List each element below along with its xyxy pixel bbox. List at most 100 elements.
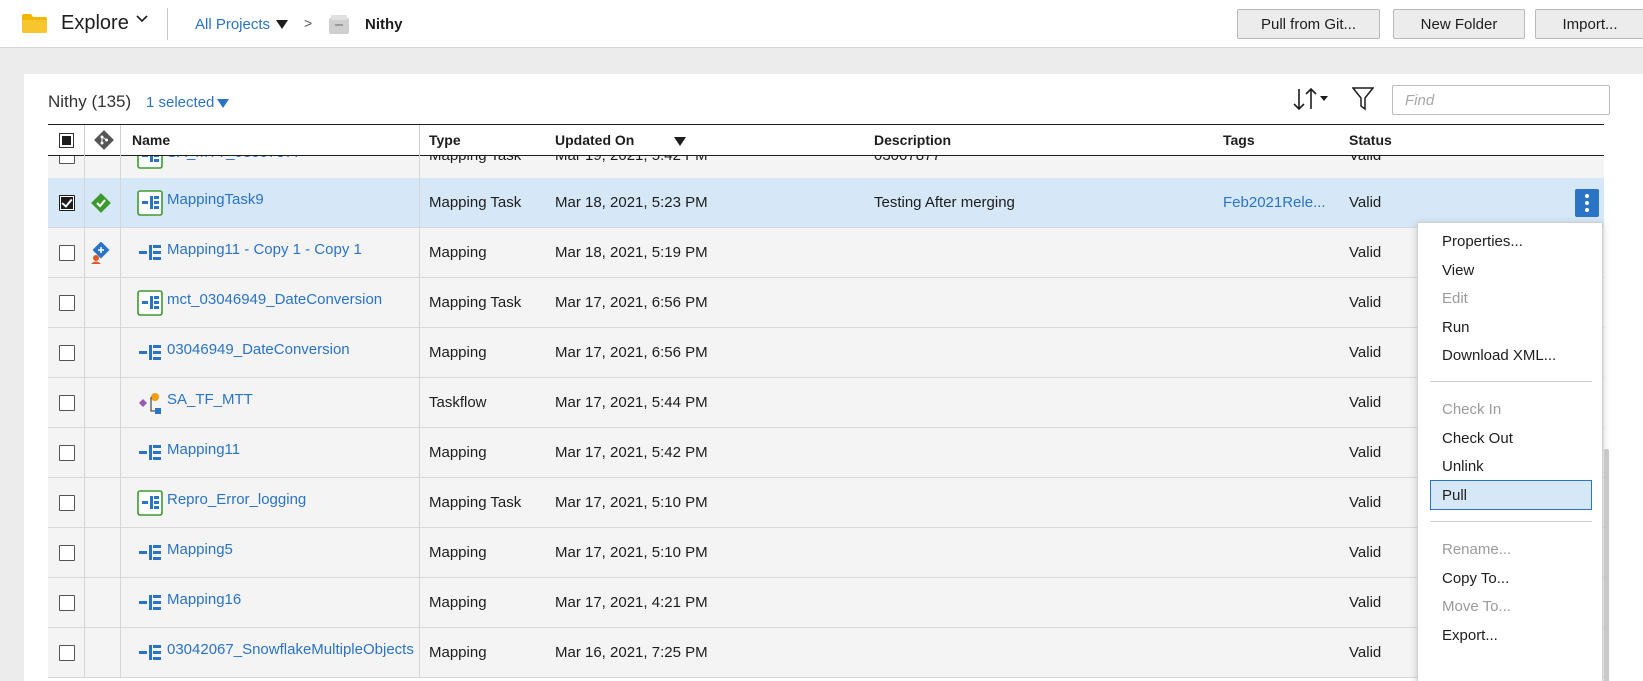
menu-item-copy-to[interactable]: Copy To...	[1442, 570, 1509, 587]
table-row[interactable]: 03042067_SnowflakeMultipleObjects Mapping…	[48, 628, 1604, 678]
status: Valid	[1349, 594, 1382, 611]
status: Valid	[1349, 294, 1382, 311]
pull-from-git-button[interactable]: Pull from Git...	[1237, 9, 1380, 39]
asset-type: Mapping	[429, 444, 487, 461]
breadcrumb-all-projects[interactable]: All Projects	[195, 16, 270, 33]
status: Valid	[1349, 644, 1382, 661]
table-row[interactable]: SA_TF_MTT Taskflow Mar 17, 2021, 5:44 PM Va…	[48, 378, 1604, 428]
app-title[interactable]: Explore	[61, 12, 129, 35]
table-row[interactable]: MappingTask9 Mapping Task Mar 18, 2021, 5:…	[48, 178, 1604, 228]
menu-item-check-in: Check In	[1442, 401, 1502, 418]
column-description[interactable]: Description	[874, 132, 951, 148]
menu-item-edit: Edit	[1442, 290, 1468, 307]
asset-type: Mapping	[429, 644, 487, 661]
table-row[interactable]: Mapping16 Mapping Mar 17, 2021, 4:21 PM Val…	[48, 578, 1604, 628]
updated-on: Mar 17, 2021, 5:42 PM	[555, 444, 708, 461]
filter-icon[interactable]	[1352, 86, 1374, 112]
menu-item-pull[interactable]: Pull	[1442, 487, 1467, 504]
row-checkbox[interactable]	[59, 645, 75, 661]
table-row[interactable]: Mapping5 Mapping Mar 17, 2021, 5:10 PM Vali…	[48, 528, 1604, 578]
description: 03007877	[874, 156, 941, 164]
menu-scrollbar[interactable]	[1604, 449, 1609, 681]
asset-name-link[interactable]: mct_03046949_DateConversion	[167, 291, 382, 308]
row-checkbox[interactable]	[59, 295, 75, 311]
row-checkbox[interactable]	[59, 445, 75, 461]
table-row[interactable]: 03046949_DateConversion Mapping Mar 17, 20…	[48, 328, 1604, 378]
breadcrumb-project[interactable]: Nithy	[365, 16, 403, 33]
asset-type: Mapping	[429, 594, 487, 611]
project-title: Nithy (135)	[48, 92, 132, 111]
updated-on: Mar 17, 2021, 6:56 PM	[555, 294, 708, 311]
asset-name-link[interactable]: Mapping16	[167, 591, 241, 608]
row-checkbox[interactable]	[59, 495, 75, 511]
mapping-icon	[137, 590, 163, 616]
table-row[interactable]: Repro_Error_logging Mapping Task Mar 17, 2…	[48, 478, 1604, 528]
updated-on: Mar 18, 2021, 5:19 PM	[555, 244, 708, 261]
menu-item-run[interactable]: Run	[1442, 319, 1470, 336]
row-checkbox[interactable]	[59, 395, 75, 411]
asset-type: Mapping	[429, 244, 487, 261]
row-checkbox[interactable]	[59, 545, 75, 561]
chevron-down-icon[interactable]	[135, 12, 149, 26]
table-row[interactable]: Mapping11 Mapping Mar 17, 2021, 5:42 PM Val…	[48, 428, 1604, 478]
sort-desc-icon[interactable]	[674, 137, 686, 146]
asset-name-link[interactable]: SA_TF_MTT	[167, 391, 253, 408]
row-checkbox[interactable]	[59, 595, 75, 611]
caret-down-icon[interactable]	[217, 99, 229, 108]
asset-name-link[interactable]: Repro_Error_logging	[167, 491, 306, 508]
asset-type: Mapping Task	[429, 294, 522, 311]
tag-link[interactable]: Feb2021Rele...	[1223, 194, 1326, 211]
row-checkbox[interactable]	[59, 345, 75, 361]
sort-icon[interactable]	[1292, 86, 1332, 112]
column-updated-on[interactable]: Updated On	[555, 132, 634, 148]
menu-divider	[1430, 521, 1592, 522]
row-checkbox[interactable]	[59, 245, 75, 261]
menu-item-rename: Rename...	[1442, 541, 1512, 558]
new-folder-button[interactable]: New Folder	[1393, 9, 1525, 39]
asset-name-link[interactable]: 03046949_DateConversion	[167, 341, 350, 358]
updated-on: Mar 18, 2021, 5:23 PM	[555, 194, 708, 211]
menu-item-view[interactable]: View	[1442, 262, 1474, 279]
asset-name-link[interactable]: 03042067_SnowflakeMultipleObjects	[167, 641, 414, 658]
asset-type: Mapping Task	[429, 194, 522, 211]
column-type[interactable]: Type	[429, 132, 461, 148]
row-actions-button[interactable]	[1575, 189, 1599, 217]
menu-divider	[1430, 381, 1592, 382]
menu-item-check-out[interactable]: Check Out	[1442, 430, 1513, 447]
table-row[interactable]: Mapping11 - Copy 1 - Copy 1 Mapping Mar 18…	[48, 228, 1604, 278]
menu-item-export[interactable]: Export...	[1442, 627, 1498, 644]
git-checked-out-icon	[90, 241, 112, 264]
asset-type: Mapping Task	[429, 156, 521, 164]
asset-name-link[interactable]: Mapping11	[167, 441, 240, 458]
top-bar: Explore All Projects > Nithy Pull from G…	[0, 0, 1643, 48]
row-checkbox[interactable]	[59, 156, 75, 164]
table-row[interactable]: mct_03046949_DateConversion Mapping Task M…	[48, 278, 1604, 328]
mapping-icon	[137, 240, 163, 266]
status: Valid	[1349, 194, 1382, 211]
find-input[interactable]	[1392, 85, 1610, 115]
column-tags[interactable]: Tags	[1223, 132, 1255, 148]
asset-name-link[interactable]: Mapping11 - Copy 1 - Copy 1	[167, 241, 362, 258]
menu-item-move-to: Move To...	[1442, 598, 1511, 615]
caret-down-icon[interactable]	[276, 20, 288, 29]
asset-name-link[interactable]: MappingTask9	[167, 191, 264, 208]
updated-on: Mar 17, 2021, 4:21 PM	[555, 594, 708, 611]
menu-item-unlink[interactable]: Unlink	[1442, 458, 1484, 475]
asset-name-link[interactable]: Mapping5	[167, 541, 233, 558]
menu-item-properties[interactable]: Properties...	[1442, 233, 1523, 250]
asset-name-link[interactable]: SA_MTT_03007877	[167, 156, 301, 161]
selection-count[interactable]: 1 selected	[146, 94, 214, 111]
status: Valid	[1349, 394, 1382, 411]
column-name[interactable]: Name	[132, 132, 170, 148]
asset-type: Mapping	[429, 344, 487, 361]
table-header: Name Type Updated On Description Tags St…	[48, 124, 1604, 156]
menu-item-download-xml[interactable]: Download XML...	[1442, 347, 1556, 364]
asset-type: Mapping	[429, 544, 487, 561]
row-checkbox[interactable]	[59, 195, 75, 211]
import-button[interactable]: Import...	[1535, 9, 1643, 39]
mapping-icon	[137, 340, 163, 366]
select-all-checkbox[interactable]	[59, 133, 74, 148]
updated-on: Mar 19, 2021, 5:42 PM	[555, 156, 708, 164]
column-status[interactable]: Status	[1349, 132, 1392, 148]
git-icon	[94, 130, 114, 150]
